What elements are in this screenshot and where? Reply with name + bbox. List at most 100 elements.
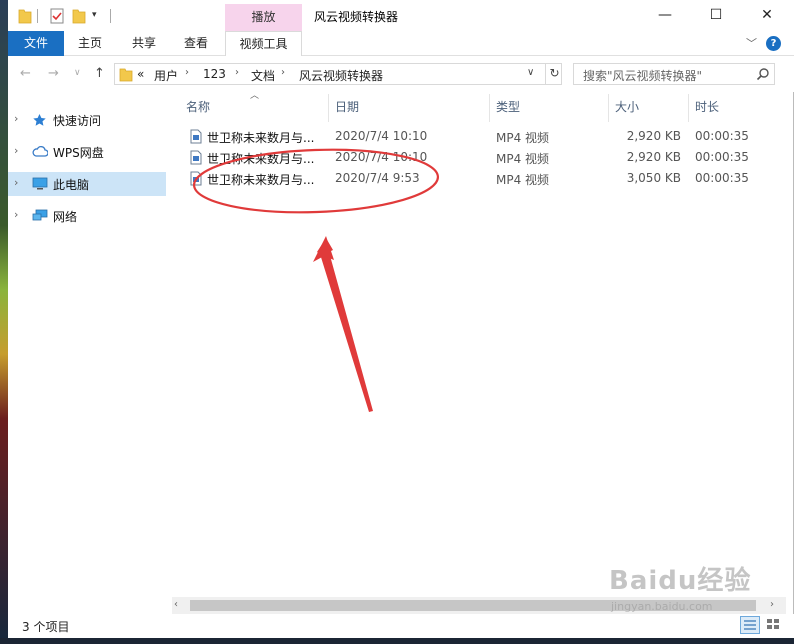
column-divider[interactable] — [688, 94, 689, 122]
context-tab-header: 播放 — [225, 4, 302, 31]
file-type: MP4 视频 — [496, 131, 550, 145]
details-view-icon[interactable] — [740, 616, 760, 634]
forward-arrow-icon[interactable]: → — [48, 66, 59, 81]
table-row[interactable]: 世卫称未来数月与... 2020/7/4 10:10 MP4 视频 2,920 … — [168, 147, 786, 168]
sidebar-item-network[interactable]: › 网络 — [8, 204, 166, 228]
network-icon — [32, 209, 48, 225]
item-count: 3 个项目 — [22, 620, 70, 634]
watermark-url: jingyan.baidu.com — [611, 600, 713, 613]
column-header-date[interactable]: 日期 — [335, 98, 359, 118]
scroll-left-icon[interactable]: ‹ — [174, 599, 178, 610]
breadcrumb-chevron-icon[interactable]: › — [235, 67, 239, 78]
file-duration: 00:00:35 — [695, 171, 749, 185]
file-name: 世卫称未来数月与... — [207, 152, 315, 166]
computer-icon — [32, 177, 48, 193]
file-date: 2020/7/4 9:53 — [335, 171, 420, 185]
chevron-down-icon[interactable]: ﹀ — [746, 35, 757, 51]
breadcrumb-documents[interactable]: 文档 — [251, 67, 275, 84]
file-size: 2,920 KB — [626, 150, 681, 164]
customize-toolbar-icon[interactable]: ▾ — [92, 10, 97, 20]
file-duration: 00:00:35 — [695, 129, 749, 143]
cloud-icon — [32, 145, 49, 160]
video-file-icon — [190, 129, 202, 147]
search-icon[interactable] — [756, 67, 770, 84]
file-type: MP4 视频 — [496, 152, 550, 166]
sidebar-item-this-pc[interactable]: › 此电脑 — [8, 172, 166, 196]
tab-file[interactable]: 文件 — [8, 31, 64, 56]
column-header-name[interactable]: 名称 — [186, 98, 210, 118]
table-row[interactable]: 世卫称未来数月与... 2020/7/4 10:10 MP4 视频 2,920 … — [168, 126, 786, 147]
sidebar-item-wps-drive[interactable]: › WPS网盘 — [8, 140, 166, 164]
sidebar-item-label: WPS网盘 — [53, 146, 104, 160]
column-header-size[interactable]: 大小 — [615, 98, 639, 118]
close-button[interactable]: ✕ — [744, 0, 790, 31]
tab-share[interactable]: 共享 — [122, 31, 166, 56]
breadcrumb-current-folder[interactable]: 风云视频转换器 — [299, 67, 383, 84]
taskbar-edge — [0, 638, 794, 644]
maximize-button[interactable]: ☐ — [693, 0, 739, 31]
breadcrumb-overflow[interactable]: « — [137, 67, 144, 81]
desktop-background-strip — [0, 0, 8, 644]
recent-locations-icon[interactable]: ∨ — [74, 68, 81, 78]
file-name: 世卫称未来数月与... — [207, 173, 315, 187]
breadcrumb-chevron-icon[interactable]: › — [281, 67, 285, 78]
column-header-type[interactable]: 类型 — [496, 98, 520, 118]
file-explorer-window: ▾ 播放 风云视频转换器 — ☐ ✕ 文件 主页 共享 查看 视频工具 ﹀ ? … — [8, 0, 794, 638]
tab-video-tools[interactable]: 视频工具 — [225, 31, 302, 56]
ribbon-tab-bar: 文件 主页 共享 查看 视频工具 ﹀ ? — [8, 31, 794, 56]
column-divider[interactable] — [328, 94, 329, 122]
sidebar-item-label: 快速访问 — [53, 114, 102, 128]
refresh-icon[interactable]: ↻ — [545, 63, 563, 85]
column-divider[interactable] — [608, 94, 609, 122]
sort-ascending-icon: ︿ — [250, 91, 260, 101]
chevron-right-icon[interactable]: › — [14, 112, 18, 125]
breadcrumb-123[interactable]: 123 — [203, 67, 226, 81]
chevron-right-icon[interactable]: › — [14, 208, 18, 221]
scroll-right-icon[interactable]: › — [770, 599, 774, 610]
sidebar-item-label: 网络 — [53, 210, 78, 224]
title-bar: ▾ 播放 风云视频转换器 — ☐ ✕ — [8, 0, 794, 31]
breadcrumb-users[interactable]: 用户 — [154, 67, 178, 84]
file-size: 3,050 KB — [626, 171, 681, 185]
quick-access-divider — [37, 9, 38, 23]
search-placeholder: 搜索"风云视频转换器" — [583, 69, 703, 83]
column-divider[interactable] — [489, 94, 490, 122]
back-arrow-icon[interactable]: ← — [20, 66, 31, 81]
help-icon[interactable]: ? — [766, 36, 781, 51]
file-list: ︿ 名称 日期 类型 大小 时长 世卫称未来数月与... 2020/7/4 10… — [168, 91, 786, 596]
column-header-duration[interactable]: 时长 — [695, 98, 719, 118]
tab-home[interactable]: 主页 — [68, 31, 112, 56]
file-size: 2,920 KB — [626, 129, 681, 143]
status-bar: 3 个项目 — [8, 614, 794, 638]
navigation-bar: ← → ∨ ↑ « 用户 › 123 › 文档 › 风云视频转换器 ∨ ↻ 搜索… — [8, 56, 794, 92]
properties-icon[interactable] — [50, 8, 64, 27]
file-name: 世卫称未来数月与... — [207, 131, 315, 145]
video-file-icon — [190, 150, 202, 168]
sidebar-item-quick-access[interactable]: › 快速访问 — [8, 108, 166, 132]
file-type: MP4 视频 — [496, 173, 550, 187]
address-bar[interactable]: « 用户 › 123 › 文档 › 风云视频转换器 ∨ ↻ — [114, 63, 562, 85]
video-file-icon — [190, 171, 202, 189]
table-row[interactable]: 世卫称未来数月与... 2020/7/4 9:53 MP4 视频 3,050 K… — [168, 168, 786, 189]
search-input[interactable]: 搜索"风云视频转换器" — [573, 63, 775, 85]
watermark-logo: Baidu经验 — [609, 566, 752, 596]
file-duration: 00:00:35 — [695, 150, 749, 164]
chevron-down-icon[interactable]: ∨ — [527, 67, 534, 78]
up-arrow-icon[interactable]: ↑ — [94, 66, 105, 81]
sidebar-item-label: 此电脑 — [53, 178, 90, 192]
window-title: 风云视频转换器 — [314, 10, 399, 24]
star-icon — [32, 113, 47, 130]
folder-icon — [18, 8, 32, 27]
file-date: 2020/7/4 10:10 — [335, 129, 428, 143]
quick-access-divider — [110, 9, 111, 23]
tab-view[interactable]: 查看 — [174, 31, 218, 56]
folder-icon — [119, 67, 133, 85]
minimize-button[interactable]: — — [642, 0, 688, 31]
navigation-pane: › 快速访问 › WPS网盘 › 此电脑 › 网络 — [8, 92, 168, 612]
breadcrumb-chevron-icon[interactable]: › — [185, 67, 189, 78]
chevron-right-icon[interactable]: › — [14, 176, 18, 189]
large-icons-view-icon[interactable] — [764, 616, 784, 634]
file-date: 2020/7/4 10:10 — [335, 150, 428, 164]
chevron-right-icon[interactable]: › — [14, 144, 18, 157]
new-folder-icon[interactable] — [72, 8, 86, 27]
